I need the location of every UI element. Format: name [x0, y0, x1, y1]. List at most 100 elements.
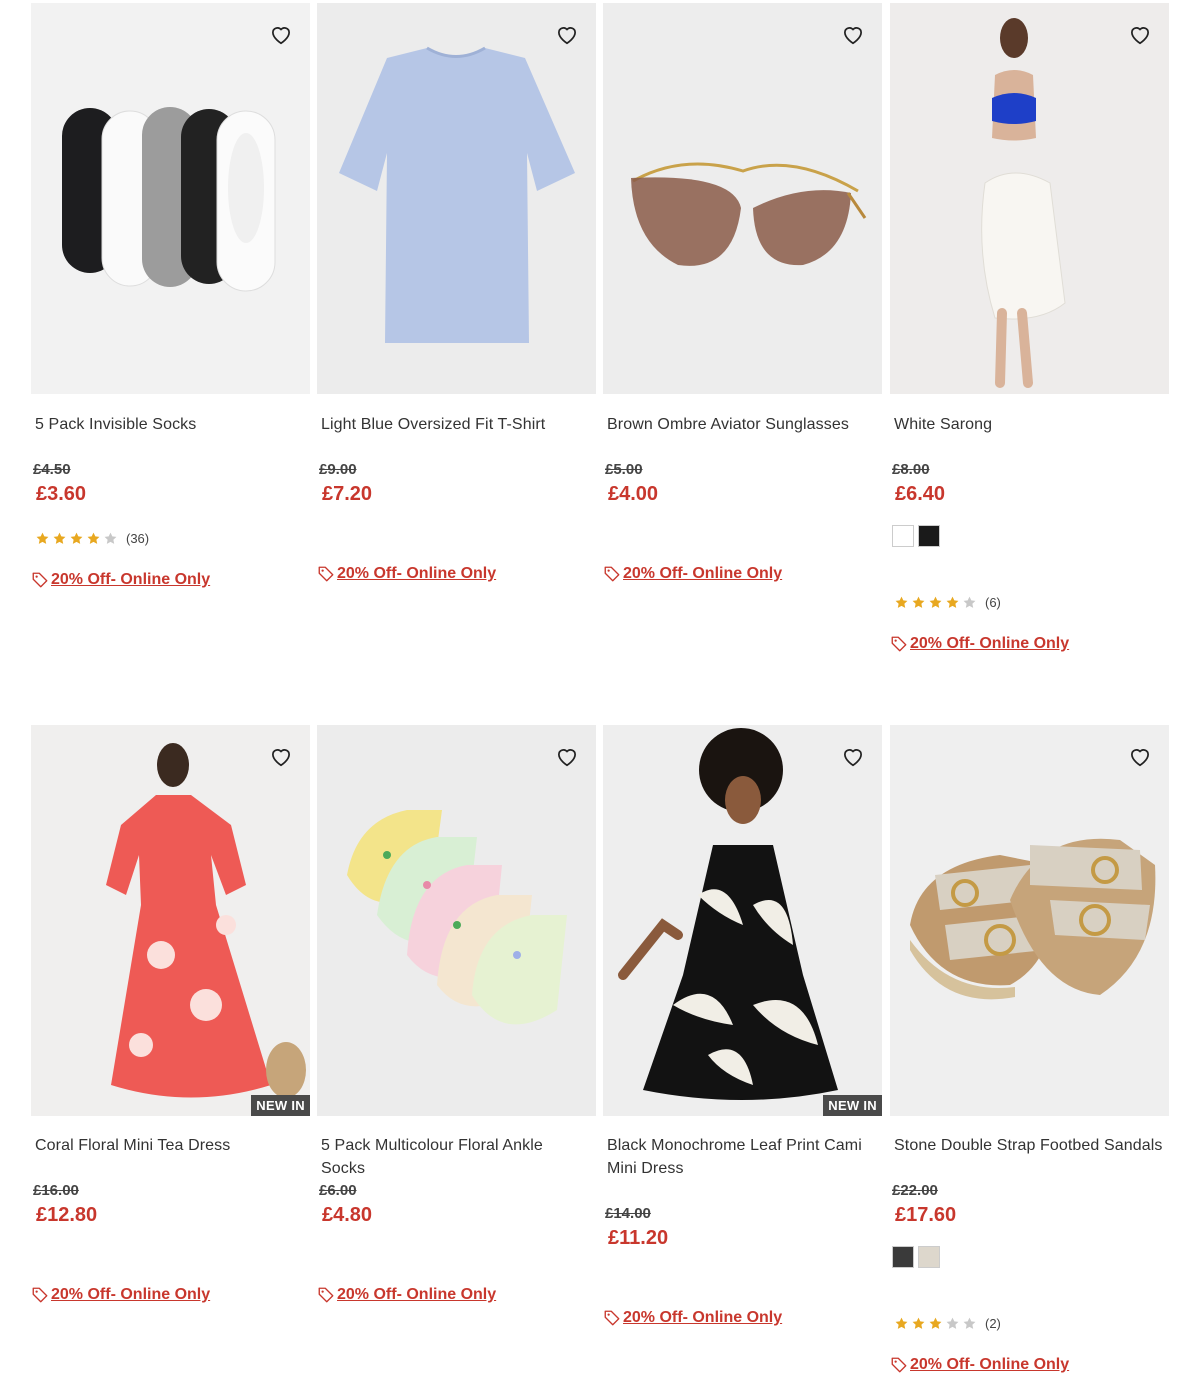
star-filled-icon: [87, 532, 100, 544]
was-price: £8.00: [892, 461, 930, 478]
product-title[interactable]: 5 Pack Multicolour Floral Ankle Socks: [321, 1134, 591, 1180]
sale-price: £11.20: [608, 1227, 669, 1249]
colour-swatch[interactable]: [892, 1246, 914, 1268]
promo-label: 20% Off- Online Only: [337, 1286, 497, 1303]
coral-dress-image: [106, 743, 306, 1098]
product-title[interactable]: Stone Double Strap Footbed Sandals: [894, 1134, 1164, 1157]
was-price: £9.00: [319, 461, 357, 478]
star-filled-icon: [53, 532, 66, 544]
promo-label: 20% Off- Online Only: [51, 1286, 211, 1303]
promo-label: 20% Off- Online Only: [910, 1356, 1070, 1373]
product-image[interactable]: NEW IN: [603, 725, 882, 1116]
tshirt-image: [339, 46, 575, 343]
rating-count: (6): [985, 594, 1001, 610]
wishlist-heart-icon[interactable]: [840, 743, 866, 769]
product-image[interactable]: [31, 3, 310, 394]
tag-icon: [318, 1287, 334, 1303]
promo-link[interactable]: 20% Off- Online Only: [31, 1286, 210, 1304]
wishlist-heart-icon[interactable]: [1127, 743, 1153, 769]
rating-stars: (6): [894, 593, 1001, 611]
was-price: £22.00: [892, 1182, 938, 1199]
sunglasses-image: [631, 162, 867, 266]
product-title[interactable]: Black Monochrome Leaf Print Cami Mini Dr…: [607, 1134, 877, 1180]
tag-icon: [891, 636, 907, 652]
floral-socks-image: [347, 810, 567, 1025]
tag-icon: [32, 572, 48, 588]
new-in-badge: NEW IN: [251, 1095, 310, 1116]
wishlist-heart-icon[interactable]: [554, 21, 580, 47]
product-image[interactable]: NEW IN: [31, 725, 310, 1116]
product-title[interactable]: Brown Ombre Aviator Sunglasses: [607, 413, 877, 436]
colour-swatches: [892, 525, 940, 547]
sale-price: £7.20: [322, 483, 373, 505]
new-in-badge: NEW IN: [823, 1095, 882, 1116]
was-price: £14.00: [605, 1205, 651, 1222]
colour-swatches: [892, 1246, 940, 1268]
sale-price: £12.80: [36, 1204, 98, 1226]
star-filled-icon: [895, 596, 908, 608]
wishlist-heart-icon[interactable]: [840, 21, 866, 47]
star-filled-icon: [70, 532, 83, 544]
star-empty-icon: [104, 532, 117, 544]
socks-image: [62, 107, 276, 292]
tag-icon: [318, 566, 334, 582]
product-grid: 5 Pack Invisible Socks £4.50 £3.60 (36) …: [0, 0, 1200, 1396]
promo-link[interactable]: 20% Off- Online Only: [603, 565, 782, 583]
product-image[interactable]: [317, 3, 596, 394]
colour-swatch[interactable]: [918, 1246, 940, 1268]
product-image[interactable]: [890, 725, 1169, 1116]
rating-stars: (2): [894, 1314, 1001, 1332]
colour-swatch[interactable]: [918, 525, 940, 547]
tag-icon: [604, 1310, 620, 1326]
product-title[interactable]: 5 Pack Invisible Socks: [35, 413, 305, 436]
was-price: £4.50: [33, 461, 71, 478]
product-image[interactable]: [603, 3, 882, 394]
sale-price: £6.40: [895, 483, 946, 505]
star-empty-icon: [946, 1317, 959, 1329]
promo-label: 20% Off- Online Only: [623, 1309, 783, 1326]
promo-link[interactable]: 20% Off- Online Only: [317, 565, 496, 583]
product-image[interactable]: [317, 725, 596, 1116]
colour-swatch[interactable]: [892, 525, 914, 547]
star-filled-icon: [895, 1317, 908, 1329]
promo-link[interactable]: 20% Off- Online Only: [31, 571, 210, 589]
promo-link[interactable]: 20% Off- Online Only: [603, 1309, 782, 1327]
product-title[interactable]: Coral Floral Mini Tea Dress: [35, 1134, 305, 1157]
rating-count: (2): [985, 1315, 1001, 1331]
wishlist-heart-icon[interactable]: [554, 743, 580, 769]
star-filled-icon: [929, 1317, 942, 1329]
product-title[interactable]: Light Blue Oversized Fit T-Shirt: [321, 413, 591, 436]
rating-stars: (36): [35, 529, 149, 547]
sale-price: £4.80: [322, 1204, 373, 1226]
promo-label: 20% Off- Online Only: [623, 565, 783, 582]
wishlist-heart-icon[interactable]: [268, 21, 294, 47]
star-empty-icon: [963, 596, 976, 608]
promo-link[interactable]: 20% Off- Online Only: [890, 1356, 1069, 1374]
star-empty-icon: [963, 1317, 976, 1329]
was-price: £5.00: [605, 461, 643, 478]
was-price: £6.00: [319, 1182, 357, 1199]
product-image[interactable]: [890, 3, 1169, 394]
promo-link[interactable]: 20% Off- Online Only: [317, 1286, 496, 1304]
star-filled-icon: [912, 596, 925, 608]
star-filled-icon: [912, 1317, 925, 1329]
star-filled-icon: [946, 596, 959, 608]
rating-count: (36): [126, 530, 150, 546]
promo-label: 20% Off- Online Only: [337, 565, 497, 582]
sale-price: £4.00: [608, 483, 659, 505]
star-filled-icon: [36, 532, 49, 544]
sale-price: £17.60: [895, 1204, 957, 1226]
promo-label: 20% Off- Online Only: [910, 635, 1070, 652]
sandals-image: [910, 838, 1156, 1000]
promo-label: 20% Off- Online Only: [51, 571, 211, 588]
sarong-image: [981, 18, 1066, 388]
was-price: £16.00: [33, 1182, 79, 1199]
leaf-print-dress-image: [618, 728, 838, 1100]
sale-price: £3.60: [36, 483, 87, 505]
promo-link[interactable]: 20% Off- Online Only: [890, 635, 1069, 653]
tag-icon: [891, 1357, 907, 1373]
wishlist-heart-icon[interactable]: [1127, 21, 1153, 47]
product-title[interactable]: White Sarong: [894, 413, 1164, 436]
wishlist-heart-icon[interactable]: [268, 743, 294, 769]
tag-icon: [604, 566, 620, 582]
